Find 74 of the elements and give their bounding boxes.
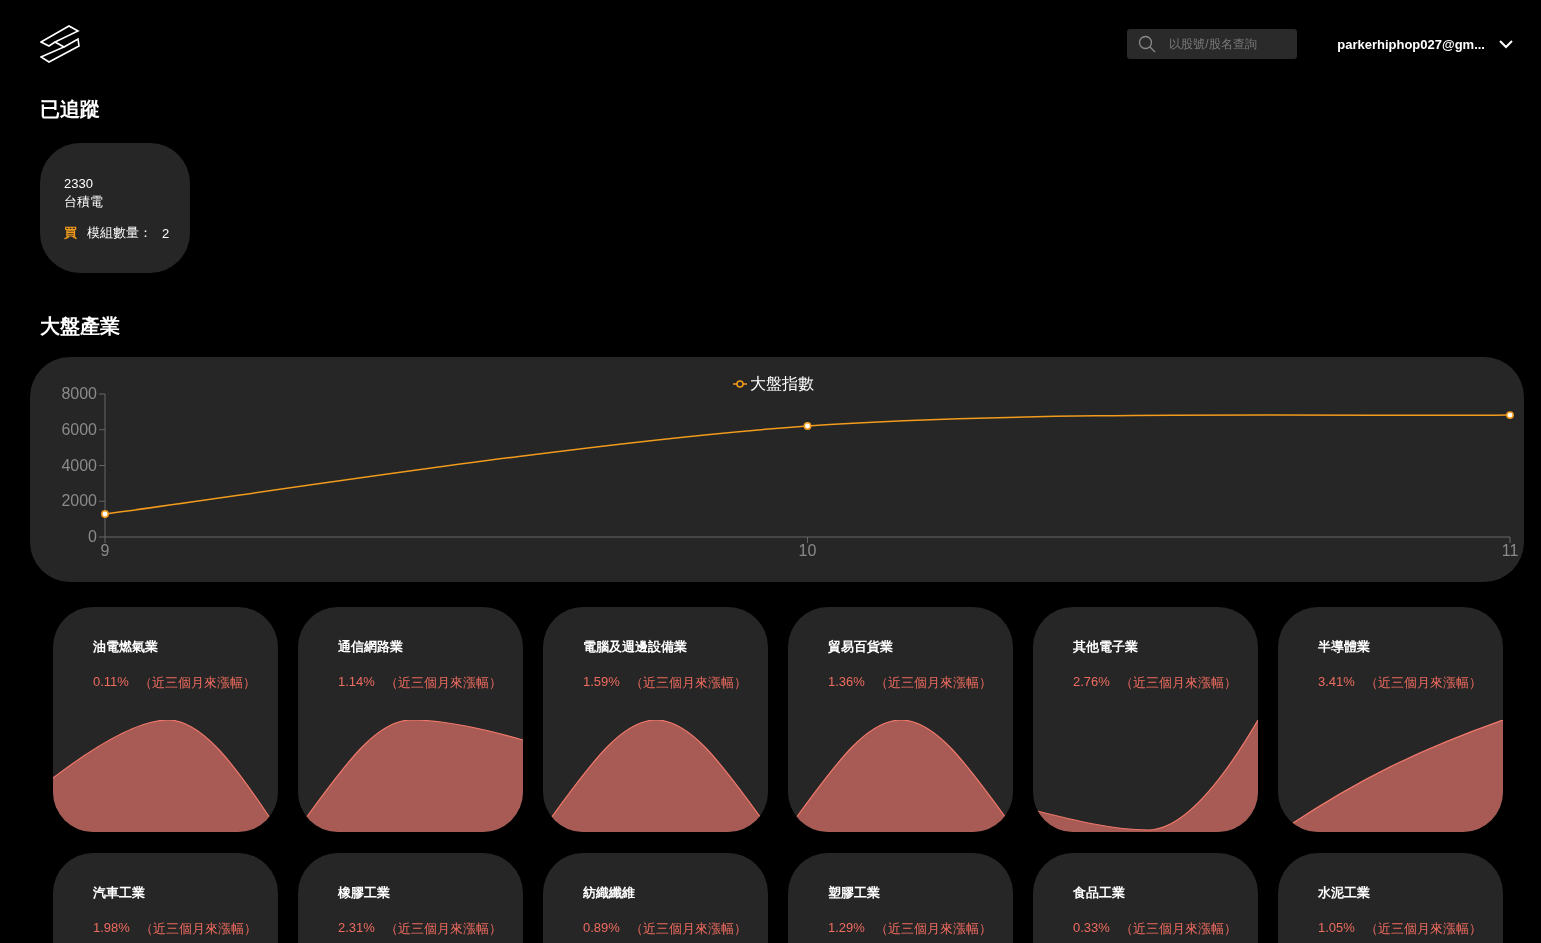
chevron-down-icon (1499, 39, 1513, 49)
legend-label: 大盤指數 (750, 375, 814, 392)
sector-name: 其他電子業 (1073, 638, 1138, 656)
sector-name: 通信網路業 (338, 638, 403, 656)
axis-label: 2000 (61, 492, 97, 510)
change-value: 1.29% (828, 920, 865, 937)
stock-code: 2330 (64, 175, 94, 193)
sector-card[interactable]: 橡膠工業 2.31% （近三個月來漲幅） (298, 853, 523, 943)
sector-name: 電腦及週邊設備業 (583, 638, 687, 656)
change-note: （近三個月來漲幅） (874, 674, 992, 692)
change-value: 2.76% (1073, 674, 1110, 691)
change-note: （近三個月來漲幅） (629, 674, 747, 692)
account-menu-button[interactable]: parkerhiphop027@gm... (1337, 36, 1513, 52)
change-value: 0.11% (93, 674, 129, 691)
stock-name: 台積電 (64, 193, 104, 211)
sector-name: 汽車工業 (93, 884, 145, 902)
axis-label: 4000 (61, 456, 97, 474)
sector-card[interactable]: 水泥工業 1.05% （近三個月來漲幅） (1278, 853, 1503, 943)
change-note: （近三個月來漲幅） (1364, 674, 1482, 692)
change-value: 0.33% (1073, 920, 1110, 937)
change-note: （近三個月來漲幅） (1364, 920, 1482, 938)
change-value: 1.05% (1318, 920, 1355, 937)
axis-label: 8000 (61, 385, 97, 402)
sector-name: 橡膠工業 (338, 884, 390, 902)
sector-card[interactable]: 汽車工業 1.98% （近三個月來漲幅） (53, 853, 278, 943)
sector-card[interactable]: 通信網路業 1.14% （近三個月來漲幅） (298, 607, 523, 832)
axis-label: 9 (100, 542, 110, 559)
change-value: 0.89% (583, 920, 620, 937)
sector-name: 貿易百貨業 (828, 638, 893, 656)
change-note: （近三個月來漲幅） (1119, 674, 1237, 692)
change-note: （近三個月來漲幅） (1119, 920, 1237, 938)
change-note: （近三個月來漲幅） (138, 674, 256, 692)
change-note: （近三個月來漲幅） (874, 920, 992, 938)
legend-icon (732, 380, 748, 388)
change-note: （近三個月來漲幅） (139, 920, 257, 938)
stock-card[interactable]: 2330 台積電 買 模組數量： 2 (40, 143, 190, 273)
sector-card[interactable]: 油電燃氣業 0.11% （近三個月來漲幅） (53, 607, 278, 832)
change-value: 1.59% (583, 674, 620, 691)
change-value: 2.31% (338, 920, 375, 937)
change-note: （近三個月來漲幅） (384, 674, 502, 692)
axis-label: 11 (1501, 542, 1519, 559)
data-point (101, 510, 109, 518)
change-note: （近三個月來漲幅） (384, 920, 502, 938)
data-point (1506, 411, 1514, 420)
sector-name: 食品工業 (1073, 884, 1125, 902)
section-title: 大盤產業 (40, 314, 121, 339)
modules-label: 模組數量： (87, 224, 152, 242)
sector-card[interactable]: 貿易百貨業 1.36% （近三個月來漲幅） (788, 607, 1013, 832)
change-value: 1.14% (338, 674, 375, 691)
section-title: 已追蹤 (40, 97, 101, 122)
logo-icon[interactable] (40, 25, 80, 63)
modules-count: 2 (162, 225, 170, 241)
change-note: （近三個月來漲幅） (629, 920, 747, 938)
sector-card[interactable]: 其他電子業 2.76% （近三個月來漲幅） (1033, 607, 1258, 832)
axis-label: 10 (798, 542, 817, 559)
sector-card[interactable]: 紡織纖維 0.89% （近三個月來漲幅） (543, 853, 768, 943)
sector-card[interactable]: 電腦及週邊設備業 1.59% （近三個月來漲幅） (543, 607, 768, 832)
change-value: 1.36% (828, 674, 865, 691)
sector-name: 塑膠工業 (828, 884, 880, 902)
search-icon (1138, 35, 1157, 53)
change-value: 1.98% (93, 920, 130, 937)
sector-card[interactable]: 塑膠工業 1.29% （近三個月來漲幅） (788, 853, 1013, 943)
sector-name: 紡織纖維 (583, 884, 635, 902)
search-field[interactable]: 以股號/股名查詢 (1127, 29, 1298, 59)
sector-card[interactable]: 半導體業 3.41% （近三個月來漲幅） (1278, 607, 1503, 832)
axis-label: 0 (88, 528, 97, 545)
sector-card[interactable]: 食品工業 0.33% （近三個月來漲幅） (1033, 853, 1258, 943)
data-point (803, 422, 812, 430)
sector-name: 半導體業 (1318, 638, 1370, 656)
change-value: 3.41% (1318, 674, 1355, 691)
sector-name: 水泥工業 (1318, 884, 1370, 902)
axis-label: 6000 (61, 420, 97, 438)
action-label: 買 (64, 224, 77, 242)
sector-name: 油電燃氣業 (93, 638, 158, 656)
